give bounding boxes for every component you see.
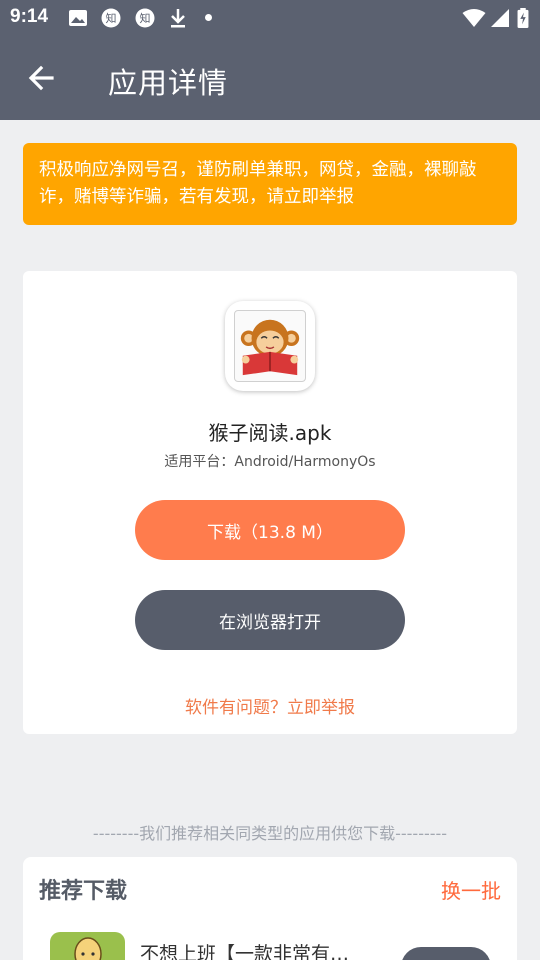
- svg-text:知: 知: [106, 11, 117, 25]
- status-bar: 9:14 知 知: [0, 0, 540, 36]
- bald-man-icon[interactable]: [50, 932, 125, 960]
- image-icon: [69, 10, 87, 26]
- warning-banner: 积极响应净网号召，谨防刷单兼职，网贷，金融，裸聊敲诈，赌博等诈骗，若有发现，请立…: [23, 143, 517, 225]
- arrow-left-icon[interactable]: [22, 58, 62, 98]
- app-card: 猴子阅读.apk 适用平台：Android/HarmonyOs 下载（13.8 …: [23, 271, 517, 734]
- monkey-reading-icon: [234, 310, 306, 382]
- dot-icon: [205, 14, 212, 21]
- recommend-item-download-button[interactable]: [401, 947, 491, 960]
- svg-text:知: 知: [140, 11, 151, 25]
- download-icon: [171, 9, 185, 28]
- battery-icon: [517, 8, 529, 28]
- recommend-title: 推荐下载: [39, 879, 128, 904]
- app-platform: 适用平台：Android/HarmonyOs: [164, 454, 376, 470]
- open-in-browser-button[interactable]: 在浏览器打开: [135, 590, 405, 650]
- app-bar: 应用详情: [0, 36, 540, 120]
- app-icon: [225, 301, 315, 391]
- recommend-card: 推荐下载 换一批 不想上班【一款非常有…: [23, 857, 517, 960]
- download-button[interactable]: 下载（13.8 M）: [135, 500, 405, 560]
- zhihu-icon: 知: [101, 8, 121, 28]
- wifi-icon: [462, 9, 486, 27]
- page-title: 应用详情: [108, 66, 229, 100]
- status-time: 9:14: [10, 6, 49, 27]
- recommend-item-name[interactable]: 不想上班【一款非常有…: [140, 939, 370, 960]
- recommend-divider: --------我们推荐相关同类型的应用供您下载---------: [92, 824, 448, 843]
- signal-icon: [491, 9, 509, 27]
- zhihu-icon: 知: [135, 8, 155, 28]
- report-link[interactable]: 软件有问题？立即举报: [23, 693, 517, 718]
- app-name: 猴子阅读.apk: [208, 421, 332, 445]
- refresh-button[interactable]: 换一批: [441, 875, 501, 904]
